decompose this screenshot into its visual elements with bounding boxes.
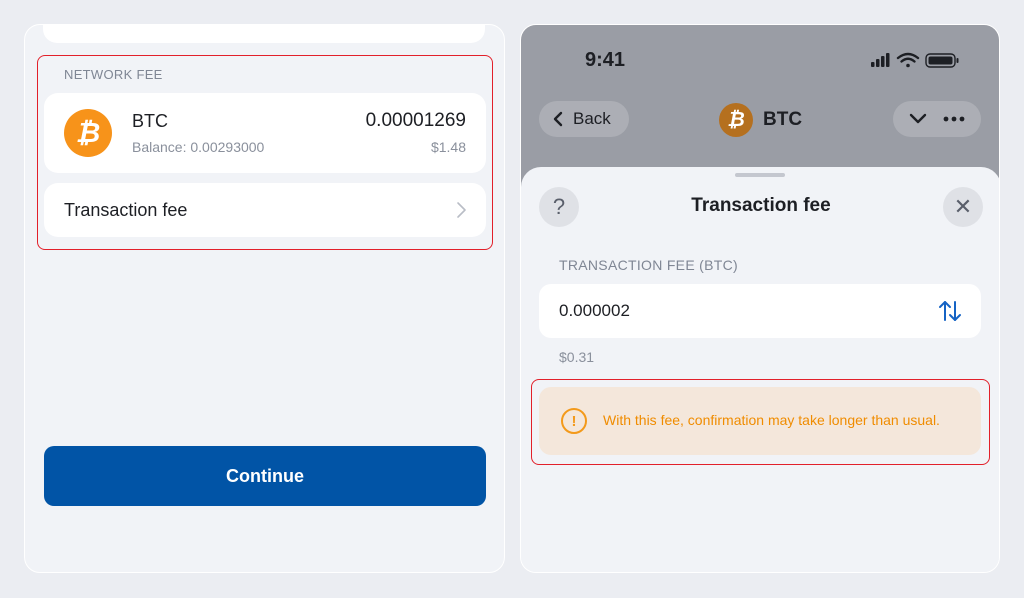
- fee-fiat-value: $0.31: [559, 349, 595, 365]
- chevron-left-icon: [553, 111, 563, 127]
- wifi-icon: [896, 52, 920, 68]
- coin-balance: Balance: 0.00293000: [132, 139, 265, 155]
- close-button[interactable]: ✕: [943, 187, 983, 227]
- fee-amount: 0.00001269: [365, 110, 466, 131]
- chevron-down-icon[interactable]: [909, 113, 927, 125]
- coin-name: BTC: [132, 111, 168, 131]
- sheet-title: Transaction fee: [691, 195, 831, 216]
- transaction-fee-label: TRANSACTION FEE (BTC): [559, 257, 738, 273]
- signal-icon: [871, 53, 890, 67]
- nav-title: ₿ BTC: [719, 103, 802, 137]
- back-label: Back: [573, 109, 611, 128]
- sheet-grabber[interactable]: [735, 173, 785, 177]
- fee-input-value: 0.000002: [559, 301, 630, 320]
- chevron-right-icon: [457, 202, 466, 218]
- bitcoin-icon: ₿: [719, 103, 753, 137]
- status-icons: [871, 52, 959, 68]
- continue-button[interactable]: Continue: [44, 446, 486, 506]
- bitcoin-icon: ₿: [64, 109, 112, 157]
- fee-input[interactable]: 0.000002: [539, 284, 981, 338]
- status-time: 9:41: [585, 49, 626, 71]
- coin-card[interactable]: ₿ BTC Balance: 0.00293000 0.00001269 $1.…: [44, 93, 486, 173]
- warning-text: With this fee, confirmation may take lon…: [603, 412, 940, 428]
- send-screen-panel: NETWORK FEE ₿ BTC Balance: 0.00293000 0.…: [24, 24, 505, 573]
- swap-icon[interactable]: [937, 299, 963, 323]
- fee-fiat-amount: $1.48: [430, 139, 466, 155]
- fee-sheet-panel: 9:41 Back ₿ BTC ? Transaction fee ✕ TRAN…: [520, 24, 1000, 573]
- warning-icon: !: [561, 408, 587, 434]
- transaction-fee-sheet: ? Transaction fee ✕ TRANSACTION FEE (BTC…: [521, 167, 999, 572]
- more-icon[interactable]: [943, 116, 965, 122]
- nav-title-text: BTC: [763, 109, 803, 130]
- transaction-fee-label: Transaction fee: [64, 200, 188, 220]
- back-button[interactable]: Back: [539, 101, 629, 137]
- fee-warning: ! With this fee, confirmation may take l…: [539, 387, 981, 455]
- network-fee-label: NETWORK FEE: [64, 67, 163, 82]
- transaction-fee-row[interactable]: Transaction fee: [44, 183, 486, 237]
- previous-card: [43, 25, 485, 43]
- battery-icon: [925, 53, 959, 68]
- nav-actions: [893, 101, 981, 137]
